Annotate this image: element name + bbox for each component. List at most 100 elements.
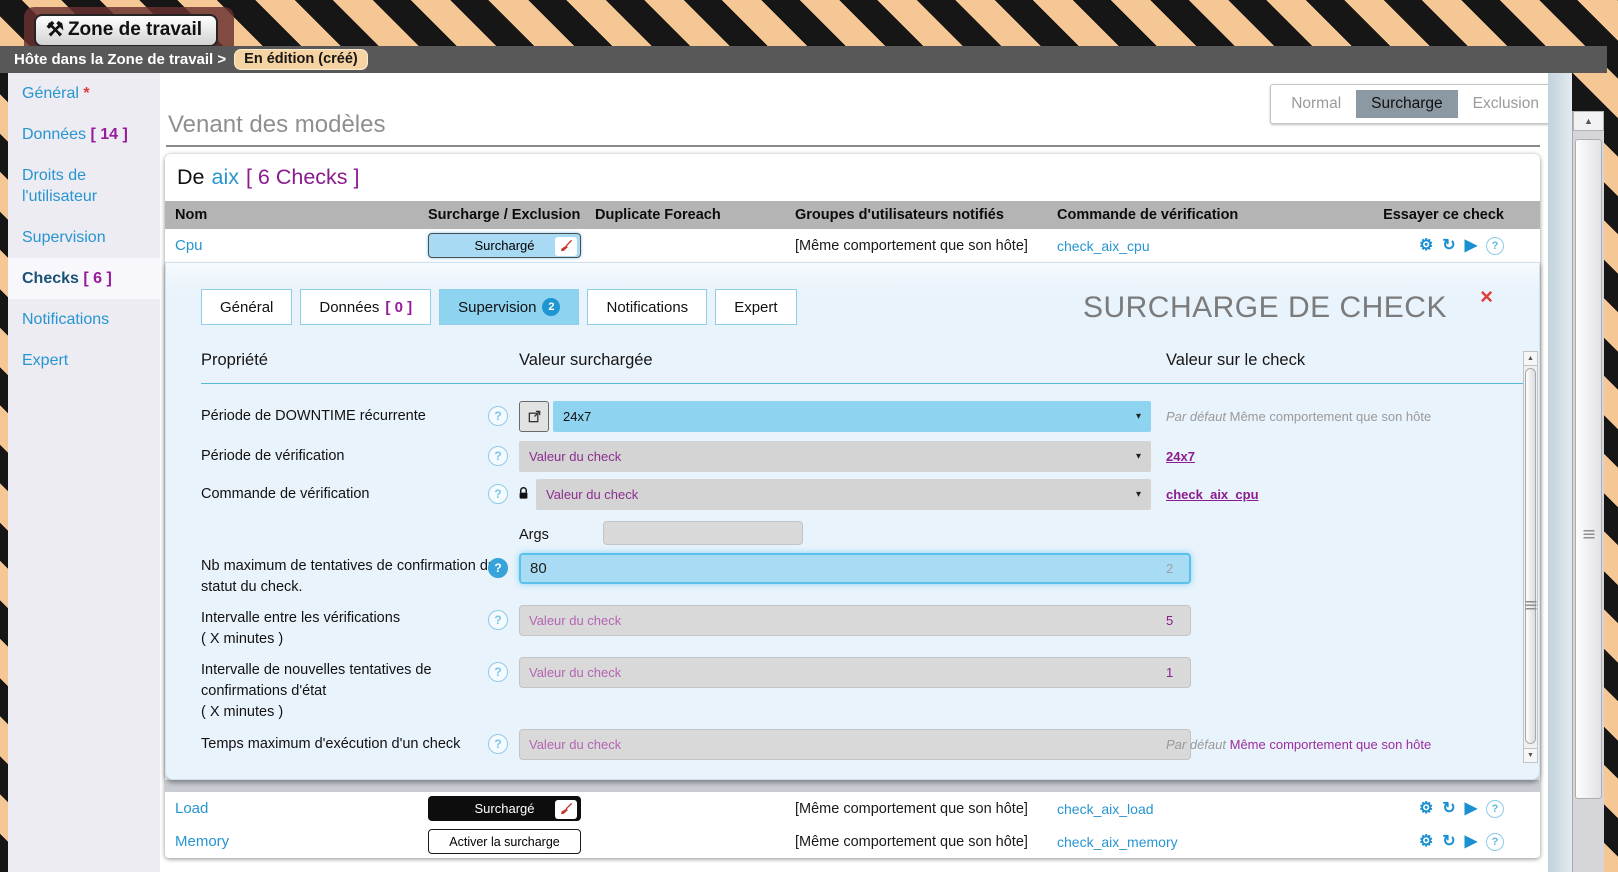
max-attempts-input[interactable] bbox=[519, 553, 1191, 584]
chevron-down-icon: ▾ bbox=[1136, 489, 1141, 500]
check-link-cpu[interactable]: Cpu bbox=[165, 237, 428, 254]
notified-groups: [Même comportement que son hôte] bbox=[795, 238, 1057, 254]
panel-scrollbar[interactable]: ▲ ▼ bbox=[1523, 351, 1538, 763]
default-text: Même comportement que son hôte bbox=[1230, 409, 1432, 424]
template-link[interactable]: aix bbox=[211, 165, 238, 190]
workspace-button[interactable]: ⚒ Zone de travail bbox=[34, 14, 218, 47]
check-period-select[interactable]: Valeur du check ▾ bbox=[519, 441, 1151, 472]
breadcrumb: Hôte dans la Zone de travail > bbox=[14, 51, 226, 68]
args-input[interactable] bbox=[603, 521, 803, 545]
override-button-label: Activer la surcharge bbox=[449, 835, 559, 849]
help-icon[interactable]: ? bbox=[488, 662, 508, 682]
check-value-number: 1 bbox=[1166, 665, 1173, 680]
sidebar-item-label: Général bbox=[22, 85, 79, 102]
tab-label: Supervision bbox=[458, 299, 536, 316]
tab-expert[interactable]: Expert bbox=[715, 289, 796, 325]
check-value-link[interactable]: check_aix_cpu bbox=[1166, 487, 1259, 502]
scroll-down-icon[interactable]: ▼ bbox=[1524, 748, 1537, 762]
count-badge: [ 6 ] bbox=[83, 270, 111, 287]
tab-label: Expert bbox=[734, 299, 777, 316]
sidebar-item-donnees[interactable]: Données [ 14 ] bbox=[8, 114, 160, 155]
sync-gear-icon[interactable]: ↻ bbox=[1442, 801, 1455, 817]
check-interval-input[interactable] bbox=[519, 605, 1191, 636]
col-nom: Nom bbox=[165, 207, 428, 223]
command-select[interactable]: Valeur du check ▾ bbox=[536, 479, 1151, 510]
chevron-down-icon: ▾ bbox=[1136, 411, 1141, 422]
help-icon[interactable]: ? bbox=[488, 406, 508, 426]
reset-override-icon[interactable] bbox=[555, 800, 577, 819]
override-button-load[interactable]: Surchargé bbox=[428, 796, 581, 821]
mode-normal[interactable]: Normal bbox=[1276, 90, 1356, 118]
check-link-load[interactable]: Load bbox=[165, 800, 428, 817]
sync-gear-icon[interactable]: ↻ bbox=[1442, 238, 1455, 254]
templates-card: De aix [ 6 Checks ] Nom Surcharge / Excl… bbox=[165, 154, 1540, 858]
help-icon[interactable]: ? bbox=[1486, 833, 1504, 851]
help-icon[interactable]: ? bbox=[1486, 237, 1504, 255]
sidebar-item-notifications[interactable]: Notifications bbox=[8, 299, 160, 340]
sidebar-item-label: Notifications bbox=[22, 311, 109, 328]
scrollbar-grip bbox=[1583, 530, 1594, 539]
override-button-label: Surchargé bbox=[475, 238, 535, 253]
mode-switch: Normal Surcharge Exclusion bbox=[1270, 84, 1560, 124]
sidebar-item-droits[interactable]: Droits de l'utilisateur bbox=[8, 155, 160, 217]
play-icon[interactable]: ▶ bbox=[1465, 801, 1477, 817]
tab-supervision[interactable]: Supervision 2 bbox=[439, 289, 579, 325]
gear-icon[interactable]: ⚙ bbox=[1419, 238, 1433, 254]
tab-notifications[interactable]: Notifications bbox=[587, 289, 707, 325]
activate-override-button-memory[interactable]: Activer la surcharge bbox=[428, 829, 581, 854]
notified-groups: [Même comportement que son hôte] bbox=[795, 801, 1057, 817]
play-icon[interactable]: ▶ bbox=[1465, 834, 1477, 850]
page-scrollbar-thumb[interactable] bbox=[1575, 139, 1602, 799]
sidebar-item-expert[interactable]: Expert bbox=[8, 340, 160, 381]
sidebar-item-checks[interactable]: Checks [ 6 ] bbox=[8, 258, 160, 299]
command-link[interactable]: check_aix_memory bbox=[1057, 834, 1347, 850]
sidebar-item-general[interactable]: Général * bbox=[8, 73, 160, 114]
col-essayer: Essayer ce check bbox=[1383, 207, 1540, 223]
downtime-period-select[interactable]: 24x7 ▾ bbox=[553, 401, 1151, 432]
panel-title: SURCHARGE DE CHECK bbox=[1083, 291, 1447, 325]
check-value: Par défaut Même comportement que son hôt… bbox=[1166, 729, 1431, 760]
max-exec-time-input[interactable] bbox=[519, 729, 1191, 760]
notified-groups: [Même comportement que son hôte] bbox=[795, 834, 1057, 850]
command-link[interactable]: check_aix_cpu bbox=[1057, 238, 1347, 254]
help-icon[interactable]: ? bbox=[488, 734, 508, 754]
check-value-link[interactable]: 24x7 bbox=[1166, 449, 1195, 464]
page-scrollbar[interactable]: ▲ bbox=[1572, 111, 1604, 872]
card-title: De aix [ 6 Checks ] bbox=[165, 154, 1540, 201]
help-icon[interactable]: ? bbox=[488, 446, 508, 466]
command-link[interactable]: check_aix_load bbox=[1057, 801, 1347, 817]
tools-icon: ⚒ bbox=[46, 21, 64, 39]
scrollbar-grip bbox=[1525, 601, 1536, 610]
help-icon[interactable]: ? bbox=[1486, 800, 1504, 818]
retry-interval-input[interactable] bbox=[519, 657, 1191, 688]
sidebar-item-label: Checks bbox=[22, 270, 79, 287]
main-content: Venant des modèles De aix [ 6 Checks ] N… bbox=[160, 73, 1548, 872]
card-title-prefix: De bbox=[177, 165, 204, 190]
mode-surcharge[interactable]: Surcharge bbox=[1356, 90, 1458, 118]
sidebar-item-label: Expert bbox=[22, 352, 68, 369]
help-icon[interactable]: ? bbox=[488, 484, 508, 504]
override-button-label: Surchargé bbox=[475, 801, 535, 816]
reset-override-icon[interactable] bbox=[555, 237, 577, 256]
col-duplicate: Duplicate Foreach bbox=[595, 207, 795, 223]
help-icon-active[interactable]: ? bbox=[488, 558, 508, 578]
external-link-button[interactable] bbox=[519, 401, 549, 432]
mode-exclusion[interactable]: Exclusion bbox=[1458, 90, 1554, 118]
scroll-up-icon[interactable]: ▲ bbox=[1573, 111, 1604, 131]
override-button-cpu[interactable]: Surchargé bbox=[428, 233, 581, 258]
table-header: Nom Surcharge / Exclusion Duplicate Fore… bbox=[165, 201, 1540, 229]
play-icon[interactable]: ▶ bbox=[1465, 238, 1477, 254]
sidebar-item-supervision[interactable]: Supervision bbox=[8, 217, 160, 258]
close-icon[interactable]: × bbox=[1480, 287, 1493, 307]
check-link-memory[interactable]: Memory bbox=[165, 833, 428, 850]
help-icon[interactable]: ? bbox=[488, 610, 508, 630]
gear-icon[interactable]: ⚙ bbox=[1419, 834, 1433, 850]
check-value: 2 bbox=[1166, 553, 1173, 584]
scroll-up-icon[interactable]: ▲ bbox=[1524, 352, 1537, 366]
panel-scrollbar-thumb[interactable] bbox=[1525, 368, 1536, 744]
tab-general[interactable]: Général bbox=[201, 289, 292, 325]
sync-gear-icon[interactable]: ↻ bbox=[1442, 834, 1455, 850]
tab-count: [ 0 ] bbox=[385, 299, 412, 316]
tab-donnees[interactable]: Données [ 0 ] bbox=[300, 289, 431, 325]
gear-icon[interactable]: ⚙ bbox=[1419, 801, 1433, 817]
